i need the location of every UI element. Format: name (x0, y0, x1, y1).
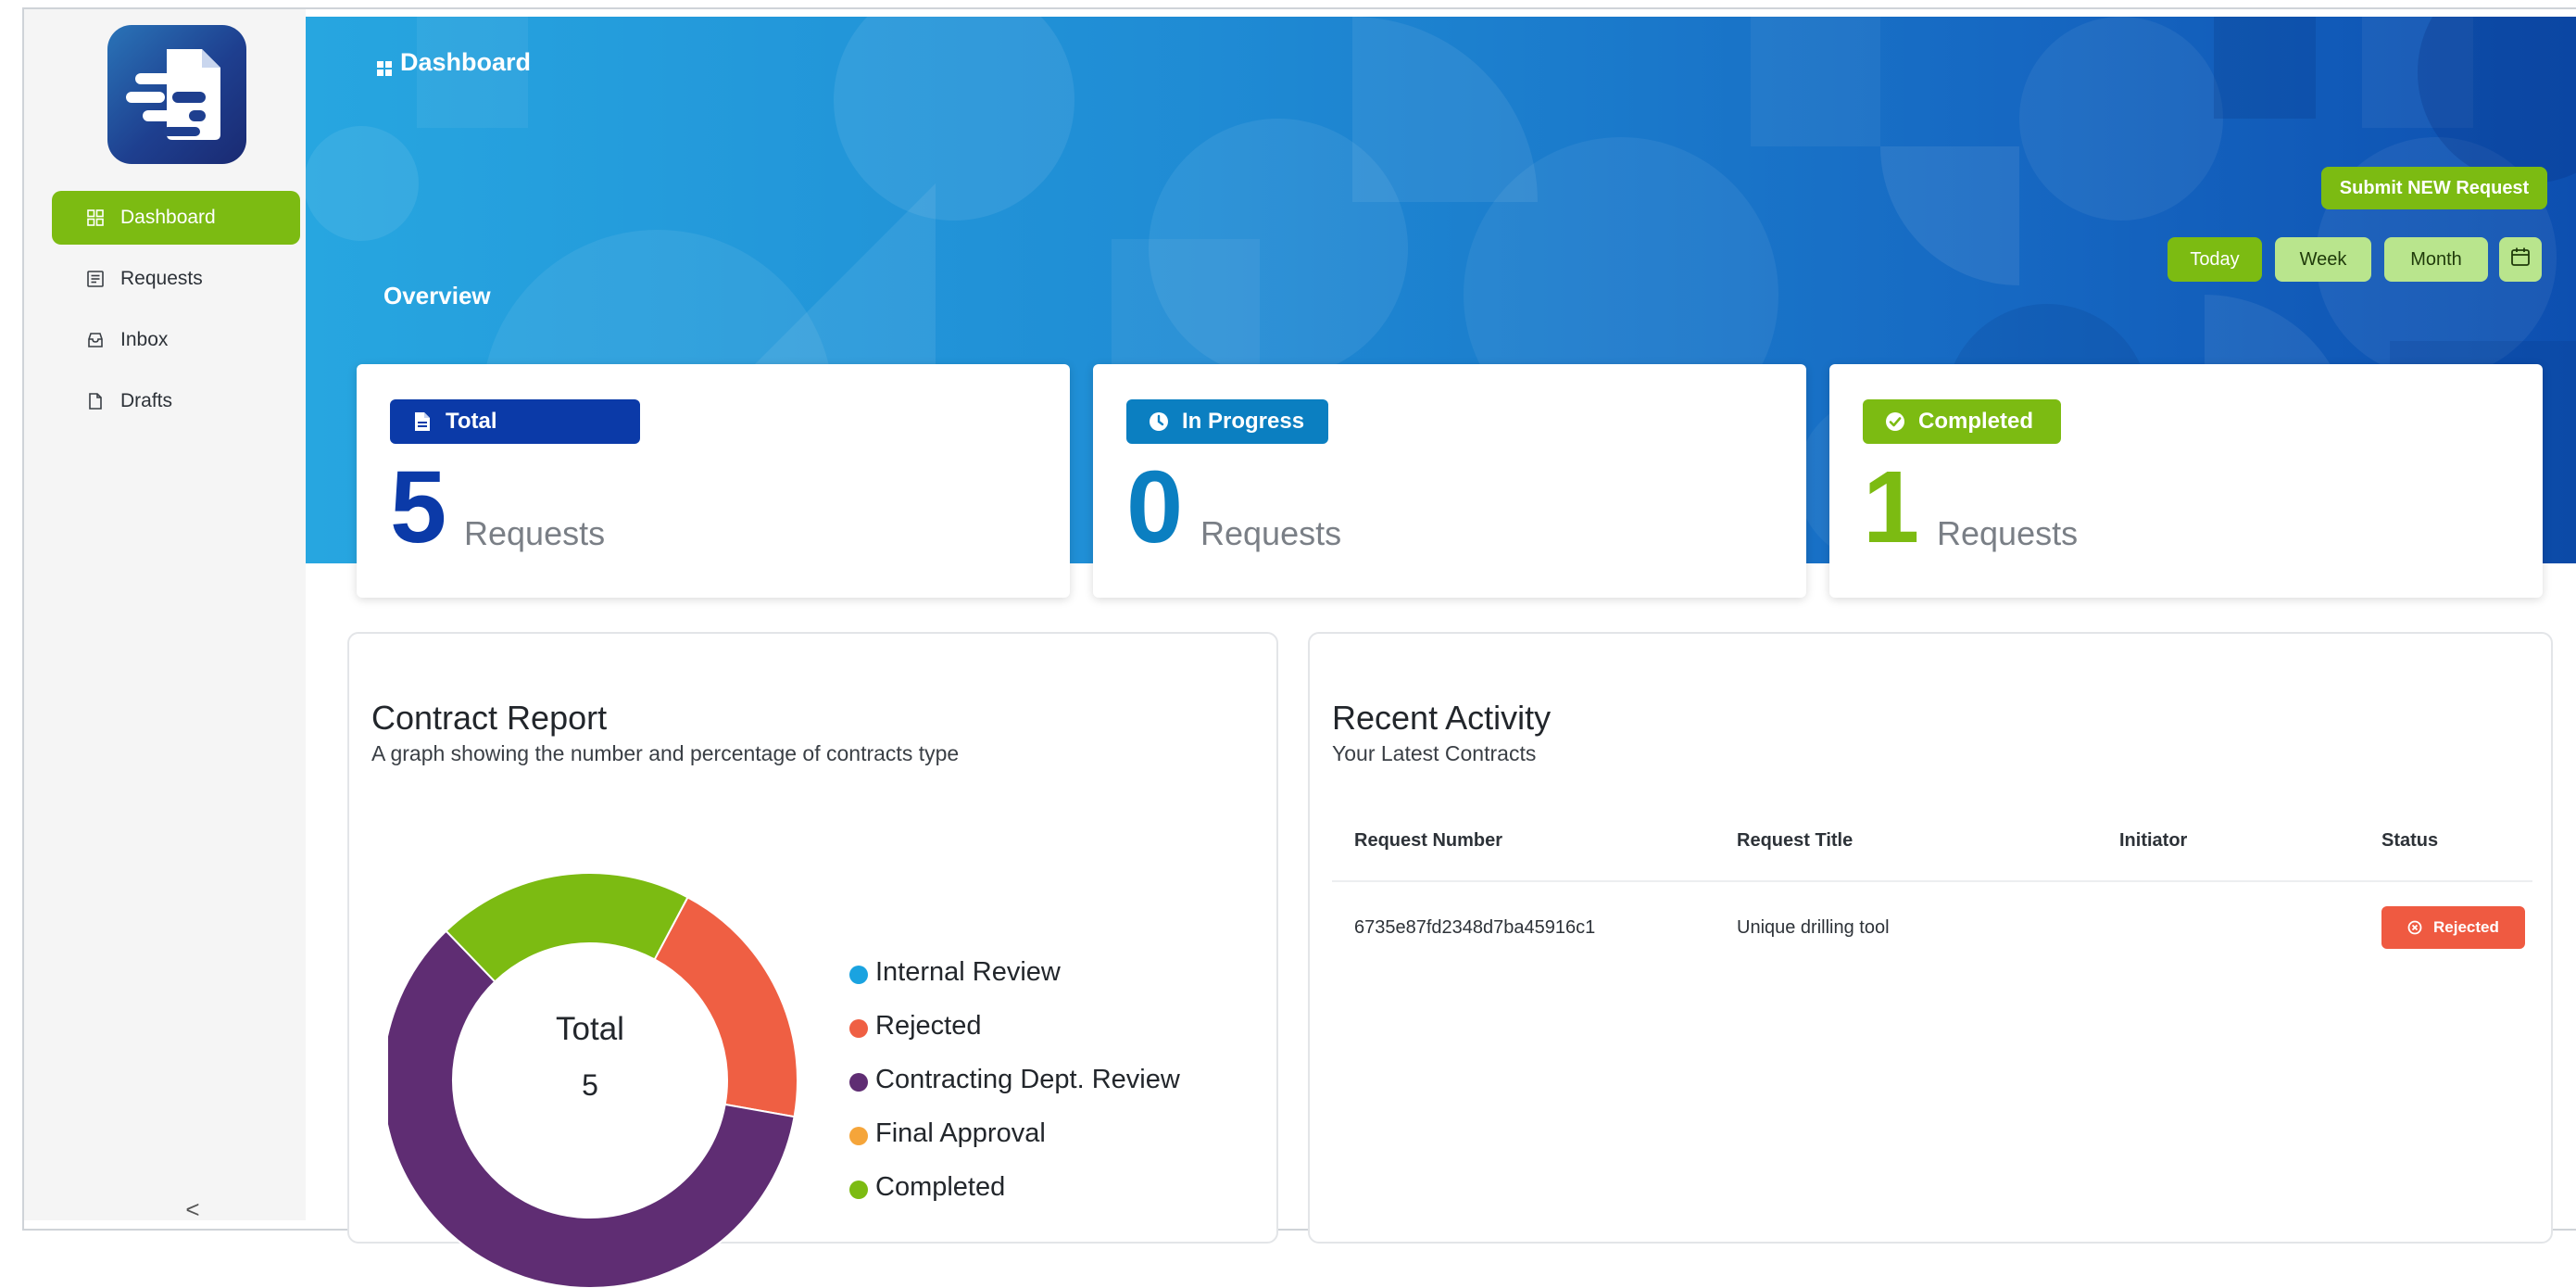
legend-label: Internal Review (875, 956, 1061, 987)
collapse-sidebar-icon[interactable]: < (182, 1195, 204, 1224)
legend-item[interactable]: Final Approval (849, 1106, 1180, 1160)
sidebar-item-drafts[interactable]: Drafts (52, 374, 300, 428)
page-title: Dashboard (376, 48, 531, 77)
donut-slice-completed[interactable] (445, 872, 689, 983)
column-header-status: Status (2359, 801, 2532, 882)
donut-slice-rejected[interactable] (653, 896, 798, 1118)
legend-item[interactable]: Contracting Dept. Review (849, 1053, 1180, 1106)
sidebar-item-inbox[interactable]: Inbox (52, 313, 300, 367)
calendar-button[interactable] (2499, 237, 2542, 282)
recent-activity-title: Recent Activity (1332, 699, 1552, 737)
request-title-cell: Unique drilling tool (1737, 916, 1890, 938)
range-week-button[interactable]: Week (2275, 237, 2371, 282)
x-circle-icon (2407, 920, 2422, 935)
legend-label: Contracting Dept. Review (875, 1064, 1180, 1094)
stat-card-in-progress: In Progress 0 Requests (1093, 364, 1806, 598)
status-badge-in-progress: In Progress (1126, 399, 1328, 444)
contract-report-title: Contract Report (371, 699, 608, 737)
donut-center-value: 5 (582, 1068, 598, 1102)
clock-icon (1149, 411, 1169, 432)
status-cell: Rejected (2359, 881, 2532, 973)
sidebar-item-dashboard[interactable]: Dashboard (52, 191, 300, 245)
request-number-cell: 6735e87fd2348d7ba45916c1 (1354, 916, 1596, 938)
overview-heading: Overview (383, 282, 491, 309)
stat-card-total: Total 5 Requests (357, 364, 1070, 598)
calendar-icon (2510, 246, 2531, 272)
recent-activity-subtitle: Your Latest Contracts (1332, 741, 1537, 765)
sidebar-item-requests[interactable]: Requests (52, 252, 300, 306)
legend-swatch (849, 966, 868, 984)
legend-swatch (849, 1019, 868, 1038)
legend-item[interactable]: Rejected (849, 999, 1180, 1053)
status-badge: Rejected (2381, 906, 2525, 949)
table-header-row: Request Number Request Title Initiator S… (1332, 801, 2532, 882)
column-header-request-title: Request Title (1715, 801, 2097, 882)
initiator-cell (2097, 881, 2359, 973)
check-circle-icon (1885, 411, 1905, 432)
grid-icon (376, 55, 393, 76)
document-icon (412, 411, 433, 432)
sidebar-item-label: Drafts (120, 390, 173, 411)
app-logo (107, 25, 246, 164)
recent-activity-panel: Recent Activity Your Latest Contracts Re… (1308, 632, 2553, 1244)
stat-unit: Requests (1937, 514, 2079, 552)
activity-table: Request Number Request Title Initiator S… (1332, 801, 2532, 973)
inbox-icon (85, 330, 106, 350)
sidebar-item-label: Dashboard (120, 207, 216, 228)
chart-legend: Internal Review Rejected Contracting Dept.… (849, 945, 1180, 1214)
stat-value: 1 (1863, 450, 1920, 564)
grid-icon (85, 208, 106, 228)
legend-swatch (849, 1073, 868, 1092)
table-row[interactable]: 6735e87fd2348d7ba45916c1 Unique drilling… (1332, 881, 2532, 973)
range-today-button[interactable]: Today (2168, 237, 2262, 282)
legend-swatch (849, 1181, 868, 1199)
sidebar-item-label: Inbox (120, 329, 169, 350)
badge-label: In Progress (1182, 409, 1305, 434)
stat-value: 5 (390, 450, 447, 564)
legend-label: Rejected (875, 1010, 982, 1041)
stat-value: 0 (1126, 450, 1184, 564)
sidebar-item-label: Requests (120, 268, 203, 289)
legend-item[interactable]: Completed (849, 1160, 1180, 1214)
stat-unit: Requests (464, 514, 606, 552)
stat-card-completed: Completed 1 Requests (1829, 364, 2543, 598)
sidebar-nav: Dashboard Requests Inbox Drafts (52, 191, 300, 436)
badge-label: Total (446, 409, 497, 434)
page-title-text: Dashboard (400, 48, 532, 76)
contract-report-subtitle: A graph showing the number and percentag… (371, 741, 960, 765)
file-icon (85, 391, 106, 411)
legend-swatch (849, 1127, 868, 1145)
contract-report-panel: Contract Report A graph showing the numb… (347, 632, 1278, 1288)
legend-item[interactable]: Internal Review (849, 945, 1180, 999)
stat-unit: Requests (1200, 514, 1342, 552)
status-badge-total: Total (390, 399, 640, 444)
submit-new-request-button[interactable]: Submit NEW Request (2321, 167, 2547, 209)
status-text: Rejected (2433, 918, 2499, 936)
legend-label: Final Approval (875, 1118, 1046, 1148)
list-icon (85, 269, 106, 289)
sidebar: Dashboard Requests Inbox Drafts < (24, 9, 306, 1223)
column-header-request-number: Request Number (1332, 801, 1715, 882)
range-month-button[interactable]: Month (2384, 237, 2488, 282)
legend-label: Completed (875, 1171, 1006, 1202)
badge-label: Completed (1918, 409, 2034, 434)
contract-donut-chart: Total 5 (388, 872, 798, 1288)
donut-center-label: Total (556, 1011, 624, 1047)
status-badge-completed: Completed (1863, 399, 2061, 444)
column-header-initiator: Initiator (2097, 801, 2359, 882)
